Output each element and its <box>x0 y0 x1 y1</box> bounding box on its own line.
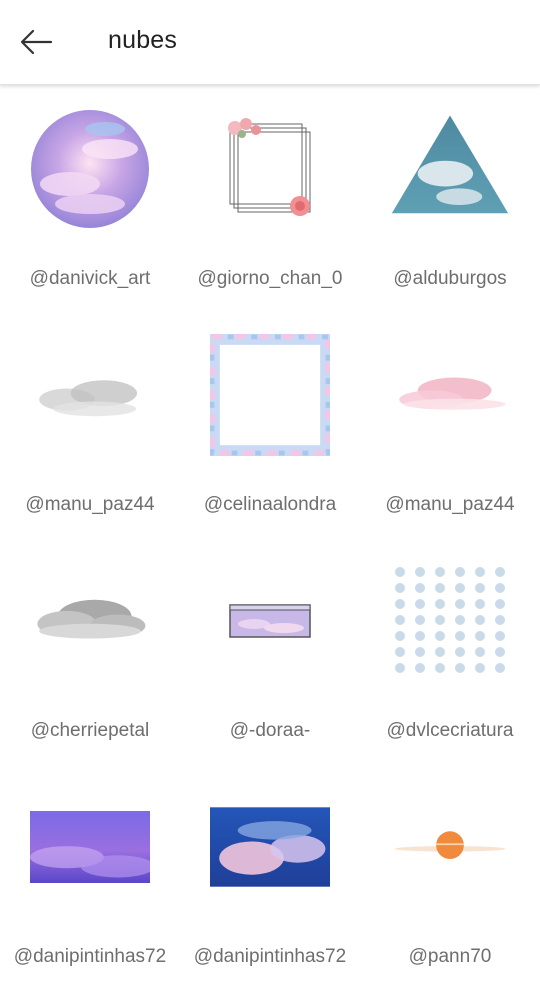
grid-row: @danivick_art @giorno_chan_0 @alduburgos <box>0 84 540 310</box>
cloud-icon-pattern-thumbnail <box>390 556 510 686</box>
username-label: @pann70 <box>408 946 492 967</box>
grid-item[interactable]: @manu_paz44 <box>360 310 540 536</box>
grid-row: @danipintinhas72 @danipintinhas72 @pann7… <box>0 762 540 988</box>
grid-item[interactable]: @danipintinhas72 <box>180 762 360 988</box>
username-label: @manu_paz44 <box>25 494 155 515</box>
sunset-sun-thumbnail <box>390 782 510 912</box>
pastel-cloud-circle-thumbnail <box>30 104 150 234</box>
grid-item[interactable]: @giorno_chan_0 <box>180 84 360 310</box>
purple-sea-of-clouds-thumbnail <box>30 782 150 912</box>
rose-frame-thumbnail <box>210 104 330 234</box>
username-label: @danivick_art <box>29 268 151 289</box>
username-label: @-doraa- <box>229 720 311 741</box>
username-label: @danipintinhas72 <box>193 946 347 967</box>
grid-item[interactable]: @danivick_art <box>0 84 180 310</box>
grid-row: @manu_paz44 @celinaalondra @manu_paz44 <box>0 310 540 536</box>
page-title: nubes <box>108 26 178 54</box>
grid-item[interactable]: @celinaalondra <box>180 310 360 536</box>
username-label: @manu_paz44 <box>385 494 515 515</box>
grid-item[interactable]: @manu_paz44 <box>0 310 180 536</box>
blue-pink-clouds-thumbnail <box>210 782 330 912</box>
grid-row: @cherriepetal @-doraa- @dvlcecriatura <box>0 536 540 762</box>
cloud-triangle-thumbnail <box>390 104 510 234</box>
grey-cloud-puff-thumbnail <box>30 556 150 686</box>
username-label: @dvlcecriatura <box>386 720 514 741</box>
cloud-window-thumbnail <box>210 556 330 686</box>
username-label: @celinaalondra <box>203 494 337 515</box>
username-label: @cherriepetal <box>30 720 150 741</box>
pink-cloud-thumbnail <box>390 330 510 460</box>
username-label: @alduburgos <box>393 268 507 289</box>
grey-cloud-thumbnail <box>30 330 150 460</box>
grid-item[interactable]: @cherriepetal <box>0 536 180 762</box>
back-button[interactable] <box>12 22 60 62</box>
grid-item[interactable]: @pann70 <box>360 762 540 988</box>
username-label: @danipintinhas72 <box>13 946 167 967</box>
grid-item[interactable]: @-doraa- <box>180 536 360 762</box>
grid-item[interactable]: @alduburgos <box>360 84 540 310</box>
grid-item[interactable]: @danipintinhas72 <box>0 762 180 988</box>
cloud-square-frame-thumbnail <box>210 330 330 460</box>
app-header: nubes <box>0 0 540 85</box>
sticker-grid: @danivick_art @giorno_chan_0 @alduburgos… <box>0 84 540 988</box>
arrow-left-icon <box>20 29 53 55</box>
username-label: @giorno_chan_0 <box>197 268 343 289</box>
grid-item[interactable]: @dvlcecriatura <box>360 536 540 762</box>
